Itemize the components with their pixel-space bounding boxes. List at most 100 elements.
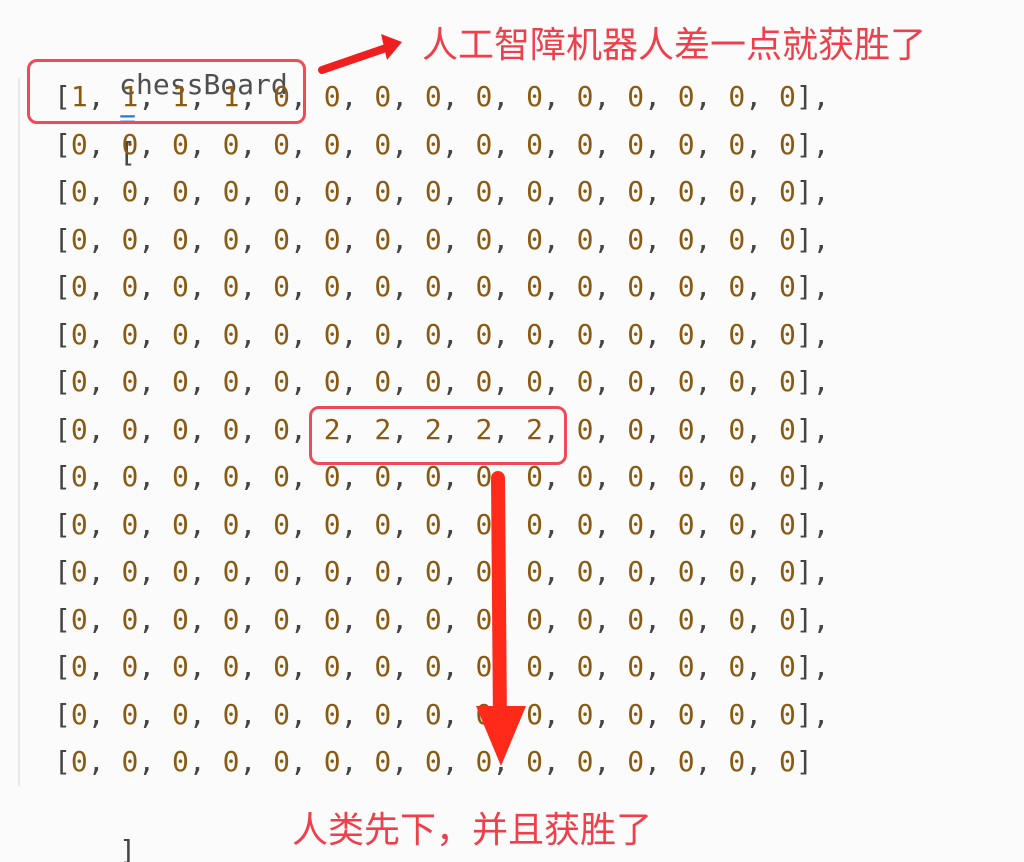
cell-separator: , [542,175,577,208]
cell-separator: , [290,222,324,256]
cell-separator: , [391,80,425,113]
cell-separator: , [745,175,779,208]
board-cell-value: 0 [424,127,442,161]
board-cell-value: 0 [374,175,392,208]
cell-separator: , [694,460,729,493]
board-cell-value: 0 [172,697,189,731]
cell-separator: , [138,127,173,161]
cell-separator: , [391,365,425,398]
cell-separator: , [391,697,425,731]
board-cell-value: 0 [576,270,594,303]
cell-separator: , [542,507,577,541]
cell-separator: , [290,697,324,731]
board-cell-value: 0 [273,270,291,303]
board-cell-value: 0 [677,745,695,778]
cell-separator: , [441,555,476,588]
board-cell-value: 0 [475,317,493,351]
board-cell-value: 0 [172,175,189,208]
cell-separator: , [290,745,324,778]
board-cell-value: 0 [323,745,341,778]
board-cell-value: 0 [70,555,88,588]
board-cell-value: 0 [273,460,291,493]
board-cell-value: 0 [576,745,594,778]
board-cell-value: 0 [273,650,291,683]
board-cell-value: 0 [323,365,341,398]
cell-separator: , [239,745,274,778]
board-cell-value: 0 [677,412,695,446]
board-cell-value: 0 [222,602,240,636]
cell-separator: , [542,650,577,683]
cell-separator: , [694,697,729,731]
cell-separator: , [441,175,476,208]
cell-separator: , [593,175,628,208]
cell-separator: , [694,175,729,208]
cell-separator: , [694,602,729,636]
cell-separator: , [87,602,122,636]
cell-separator: , [239,507,274,541]
board-cell-value: 0 [222,460,240,493]
board-cell-value: 0 [323,222,341,256]
board-cell-value: 0 [374,365,392,398]
board-cell-value: 0 [374,127,392,161]
cell-separator: , [694,270,729,303]
board-cell-value: 0 [424,222,442,256]
cell-separator: , [188,127,223,161]
cell-separator: , [593,365,628,398]
board-cell-value: 0 [778,222,796,256]
board-cell-value: 0 [526,745,543,778]
row-close-bracket: ], [795,555,830,588]
cell-separator: , [138,317,173,351]
board-cell-value: 0 [70,507,88,541]
row-open-bracket: [ [54,555,71,588]
cell-separator: , [745,317,779,351]
board-cell-value: 0 [576,507,594,541]
cell-separator: , [644,365,678,398]
board-cell-value: 0 [424,650,442,683]
board-cell-value: 0 [121,412,139,446]
cell-separator: , [239,222,274,256]
cell-separator: , [694,650,729,683]
cell-separator: , [87,270,122,303]
cell-separator: , [188,412,223,446]
board-cell-value: 0 [526,80,543,113]
board-cell-value: 0 [424,317,442,351]
board-cell-value: 0 [172,460,189,493]
cell-separator: , [391,175,425,208]
cell-separator: , [593,412,628,446]
cell-separator: , [593,460,628,493]
cell-separator: , [138,602,173,636]
cell-separator: , [644,555,678,588]
board-cell-value: 0 [728,745,746,778]
cell-separator: , [391,317,425,351]
cell-separator: , [188,175,223,208]
cell-separator: , [644,507,678,541]
board-cell-value: 0 [121,745,139,778]
board-cell-value: 0 [121,650,139,683]
board-cell-value: 0 [576,412,594,446]
board-cell-value: 0 [677,697,695,731]
cell-separator: , [593,555,628,588]
row-close-bracket: ], [795,697,830,731]
top-arrow-icon [318,34,402,74]
cell-separator: , [492,127,527,161]
board-cell-value: 0 [526,555,543,588]
board-cell-value: 0 [70,365,88,398]
cell-separator: , [593,697,628,731]
board-cell-value: 0 [374,602,392,636]
cell-separator: , [644,602,678,636]
cell-separator: , [492,602,527,636]
cell-separator: , [745,650,779,683]
closing-bracket-line: ] [18,800,136,862]
cell-separator: , [239,365,274,398]
code-screenshot: chessBoard = [ [1, 1, 1, 1, 0, 0, 0, 0, … [0,0,1024,862]
cell-separator: , [542,697,577,731]
board-cell-value: 0 [778,650,796,683]
board-cell-value: 0 [172,270,189,303]
cell-separator: , [391,745,425,778]
board-cell-value: 0 [424,697,442,731]
board-cell-value: 0 [677,127,695,161]
cell-separator: , [745,460,779,493]
board-cell-value: 0 [323,650,341,683]
cell-separator: , [290,317,324,351]
board-cell-value: 0 [222,697,240,731]
